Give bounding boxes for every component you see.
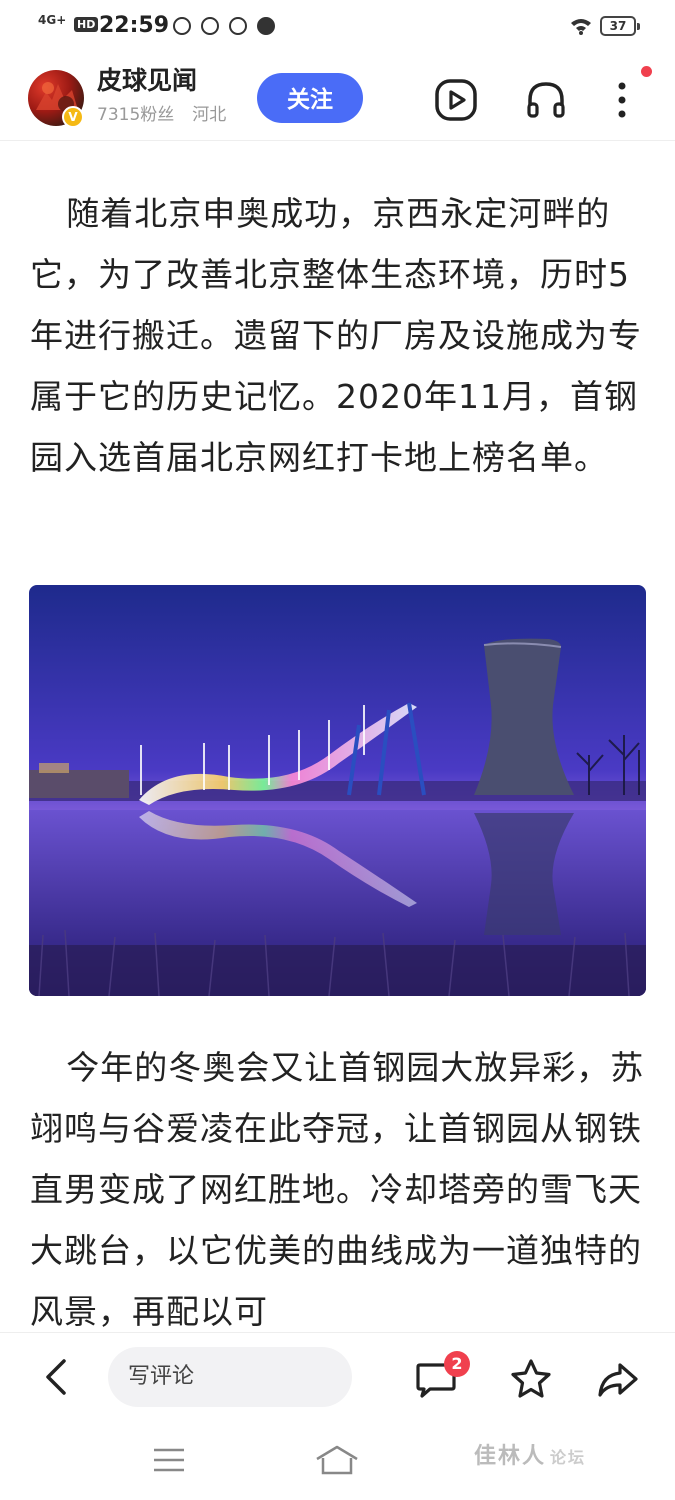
headphones-icon[interactable] xyxy=(524,78,568,122)
notification-dot xyxy=(641,66,652,77)
app-notification-icon xyxy=(173,17,191,35)
network-indicator: 4G+ xyxy=(38,13,67,27)
app-notification-icon xyxy=(229,17,247,35)
hd-indicator: HD xyxy=(74,17,99,32)
app-notification-icon xyxy=(201,17,219,35)
author-header: V 皮球见闻 7315粉丝 河北 关注 xyxy=(0,60,675,141)
status-time: 22:59 xyxy=(99,13,170,38)
system-nav-bar: 佳林人 论坛 xyxy=(0,1422,675,1500)
author-name[interactable]: 皮球见闻 xyxy=(97,64,197,98)
verified-badge-icon: V xyxy=(62,106,84,128)
share-icon[interactable] xyxy=(596,1357,640,1401)
bottom-action-bar: 写评论 2 xyxy=(0,1332,675,1423)
battery-indicator: 37 xyxy=(600,16,640,36)
favorite-star-icon[interactable] xyxy=(509,1357,553,1401)
wifi-icon xyxy=(571,19,591,35)
article-photo[interactable] xyxy=(29,585,646,996)
article-paragraph: 随着北京申奥成功，京西永定河畔的它，为了改善北京整体生态环境，历时5年进行搬迁。… xyxy=(30,194,642,477)
status-bar: 4G+ HD 22:59 37 xyxy=(0,0,675,52)
play-video-icon[interactable] xyxy=(434,78,478,122)
article-paragraph: 今年的冬奥会又让首钢园大放异彩，苏翊鸣与谷爱凌在此夺冠，让首钢园从钢铁直男变成了… xyxy=(30,1048,645,1331)
follower-count: 7315粉丝 xyxy=(97,105,175,125)
author-meta: 7315粉丝 河北 xyxy=(97,104,226,126)
comment-count-badge: 2 xyxy=(444,1351,470,1377)
watermark: 佳林人 论坛 xyxy=(474,1444,587,1469)
comment-input[interactable]: 写评论 xyxy=(108,1347,352,1407)
home-icon[interactable] xyxy=(314,1444,360,1476)
article-page: 4G+ HD 22:59 37 V 皮球见闻 7315粉丝 河北 关注 随着北京… xyxy=(0,0,675,1500)
follow-button[interactable]: 关注 xyxy=(257,73,363,123)
back-arrow-icon[interactable] xyxy=(36,1355,80,1399)
author-location: 河北 xyxy=(192,105,227,125)
more-vertical-icon[interactable] xyxy=(600,78,644,122)
compass-icon xyxy=(257,17,275,35)
recent-apps-icon[interactable] xyxy=(152,1446,186,1474)
